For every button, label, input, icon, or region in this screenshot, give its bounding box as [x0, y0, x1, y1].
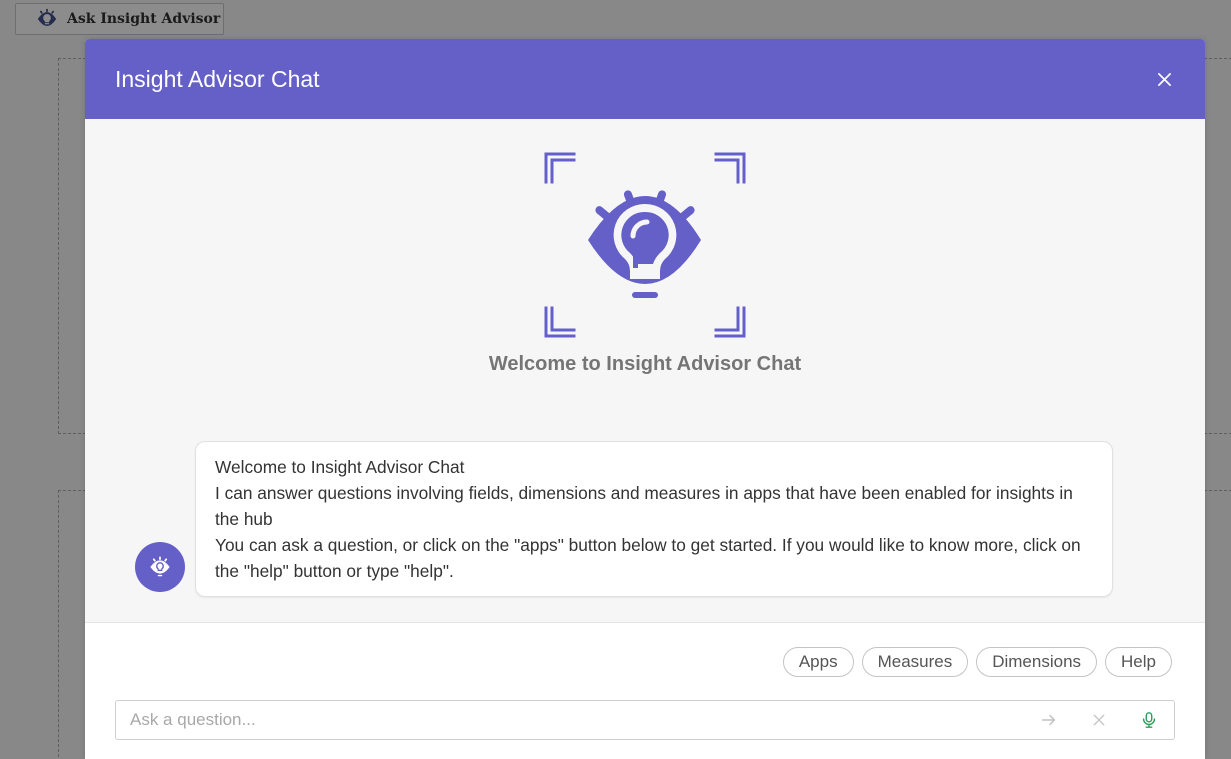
question-input-bar: [115, 700, 1175, 740]
welcome-hero: Welcome to Insight Advisor Chat: [85, 119, 1205, 419]
modal-header: Insight Advisor Chat: [85, 39, 1205, 119]
dimensions-chip-button[interactable]: Dimensions: [976, 647, 1098, 677]
ask-insight-advisor-button[interactable]: Ask Insight Advisor: [15, 3, 224, 35]
message-line: Welcome to Insight Advisor Chat: [215, 457, 465, 477]
ask-insight-advisor-label: Ask Insight Advisor: [67, 11, 221, 27]
arrow-right-icon: [1041, 714, 1056, 726]
apps-chip-button[interactable]: Apps: [782, 647, 854, 677]
clear-button[interactable]: [1074, 701, 1124, 739]
measures-chip-button[interactable]: Measures: [861, 647, 969, 677]
insight-advisor-chat-modal: Insight Advisor Chat Welcome to Insight …: [85, 39, 1205, 759]
insight-advisor-avatar-icon: [150, 556, 170, 577]
quick-action-chips: Apps Measures Dimensions Help: [782, 647, 1172, 677]
microphone-icon: [1142, 712, 1156, 728]
insight-advisor-icon: [36, 8, 58, 30]
welcome-heading: Welcome to Insight Advisor Chat: [488, 353, 802, 375]
message-line: I can answer questions involving fields,…: [215, 483, 1073, 529]
close-button[interactable]: [1153, 68, 1175, 90]
chat-footer: Apps Measures Dimensions Help: [85, 622, 1205, 759]
bot-message-bubble: Welcome to Insight Advisor Chat I can an…: [195, 441, 1113, 597]
bot-avatar: [135, 542, 185, 592]
clear-x-icon: [1093, 714, 1105, 726]
close-icon: [1157, 72, 1171, 86]
insight-advisor-eye-bulb-icon: [544, 152, 746, 338]
message-line: You can ask a question, or click on the …: [215, 535, 1081, 581]
question-input[interactable]: [116, 701, 1024, 739]
modal-title: Insight Advisor Chat: [115, 65, 320, 92]
microphone-button[interactable]: [1124, 701, 1174, 739]
help-chip-button[interactable]: Help: [1105, 647, 1172, 677]
chat-conversation: Welcome to Insight Advisor Chat I can an…: [85, 419, 1205, 619]
send-button[interactable]: [1024, 701, 1074, 739]
